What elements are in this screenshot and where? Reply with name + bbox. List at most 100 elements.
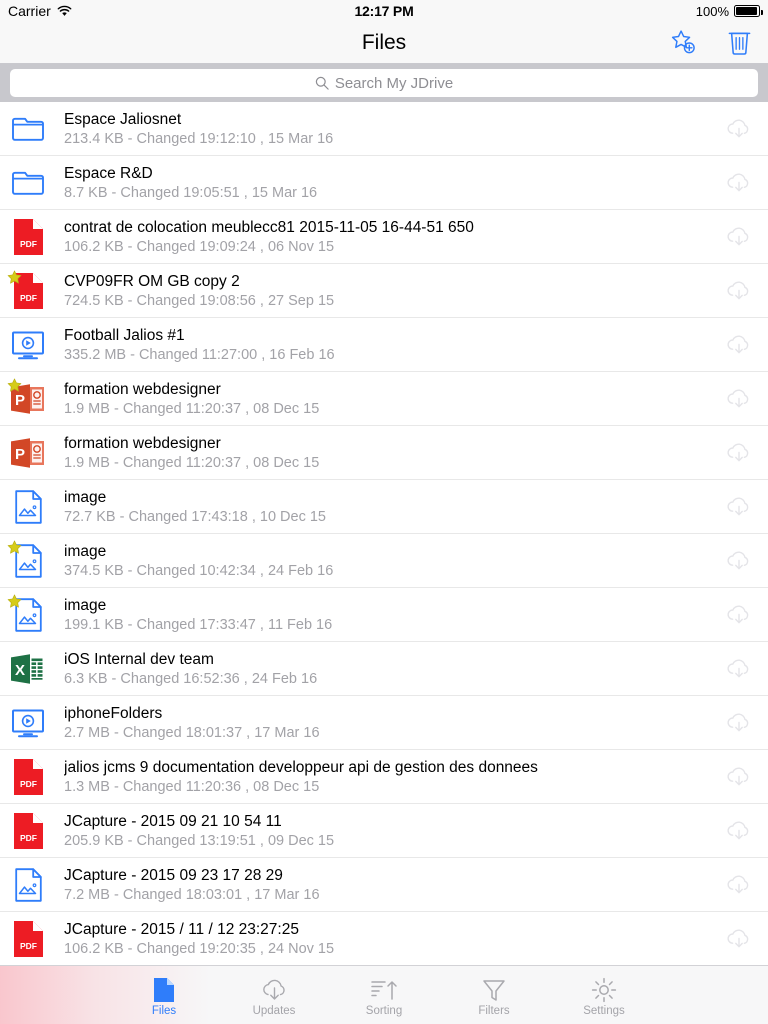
tab-files[interactable]: Files [109, 966, 219, 1024]
file-type-icon: X [10, 650, 46, 688]
table-row[interactable]: PDF CVP09FR OM GB copy 2 724.5 KB - Chan… [0, 264, 768, 318]
download-button[interactable] [710, 658, 768, 680]
file-meta: 2.7 MB - Changed 18:01:37 , 17 Mar 16 [64, 724, 320, 741]
battery-full-icon [734, 5, 763, 17]
cloud-download-icon [727, 604, 749, 623]
table-row[interactable]: PDF JCapture - 2015 / 11 / 12 23:27:25 1… [0, 912, 768, 965]
table-row[interactable]: P formation webdesigner 1.9 MB - Changed… [0, 372, 768, 426]
table-row[interactable]: PDF jalios jcms 9 documentation developp… [0, 750, 768, 804]
status-bar: Carrier 12:17 PM 100% [0, 0, 768, 22]
download-button[interactable] [710, 442, 768, 464]
table-row[interactable]: image 374.5 KB - Changed 10:42:34 , 24 F… [0, 534, 768, 588]
cloud-download-icon [727, 766, 749, 785]
powerpoint-file-icon: P [11, 437, 44, 468]
star-plus-icon [671, 30, 695, 54]
file-name: formation webdesigner [64, 434, 221, 452]
files-app-screen: Carrier 12:17 PM 100% Files Search My JD… [0, 0, 768, 1024]
download-button[interactable] [710, 388, 768, 410]
table-row[interactable]: JCapture - 2015 09 23 17 28 29 7.2 MB - … [0, 858, 768, 912]
file-name: image [64, 596, 107, 614]
pdf-file-icon: PDF [13, 218, 43, 255]
table-row[interactable]: PDF JCapture - 2015 09 21 10 54 11 205.9… [0, 804, 768, 858]
image-file-icon [14, 867, 42, 902]
file-info: Espace R&D 8.7 KB - Changed 19:05:51 , 1… [46, 164, 710, 202]
file-meta: 6.3 KB - Changed 16:52:36 , 24 Feb 16 [64, 670, 318, 687]
download-button[interactable] [710, 226, 768, 248]
table-row[interactable]: Espace R&D 8.7 KB - Changed 19:05:51 , 1… [0, 156, 768, 210]
tab-label: Settings [583, 1004, 625, 1017]
tab-sorting[interactable]: Sorting [329, 966, 439, 1024]
funnel-icon [482, 977, 506, 1003]
download-button[interactable] [710, 712, 768, 734]
file-name: jalios jcms 9 documentation developpeur … [64, 758, 538, 776]
file-meta: 199.1 KB - Changed 17:33:47 , 11 Feb 16 [64, 616, 333, 633]
file-info: iphoneFolders 2.7 MB - Changed 18:01:37 … [46, 704, 710, 742]
svg-text:PDF: PDF [20, 779, 37, 789]
download-button[interactable] [710, 550, 768, 572]
cloud-download-icon [262, 979, 285, 1000]
add-favorite-button[interactable] [668, 28, 698, 58]
file-list[interactable]: Espace Jaliosnet 213.4 KB - Changed 19:1… [0, 102, 768, 965]
table-row[interactable]: Football Jalios #1 335.2 MB - Changed 11… [0, 318, 768, 372]
file-name: formation webdesigner [64, 380, 221, 398]
svg-text:PDF: PDF [20, 833, 37, 843]
file-type-icon [10, 704, 46, 742]
file-type-icon [10, 866, 46, 904]
download-button[interactable] [710, 496, 768, 518]
file-type-icon [10, 164, 46, 202]
sort-ascending-icon [371, 980, 397, 1000]
svg-text:P: P [15, 446, 25, 463]
file-name: JCapture - 2015 09 23 17 28 29 [64, 866, 283, 884]
table-row[interactable]: image 72.7 KB - Changed 17:43:18 , 10 De… [0, 480, 768, 534]
delete-button[interactable] [724, 28, 754, 58]
svg-text:PDF: PDF [20, 239, 37, 249]
download-button[interactable] [710, 334, 768, 356]
download-button[interactable] [710, 604, 768, 626]
tab-filters[interactable]: Filters [439, 966, 549, 1024]
pdf-file-icon: PDF [13, 812, 43, 849]
file-type-icon [10, 326, 46, 364]
download-button[interactable] [710, 118, 768, 140]
tab-label: Filters [478, 1004, 510, 1017]
tab-updates[interactable]: Updates [219, 966, 329, 1024]
cloud-download-icon [727, 388, 749, 407]
search-icon [315, 76, 329, 90]
file-icon [153, 977, 175, 1003]
download-button[interactable] [710, 874, 768, 896]
file-type-icon: P [10, 434, 46, 472]
pdf-file-icon: PDF [13, 758, 43, 795]
table-row[interactable]: X iOS Internal dev team 6.3 KB - Changed… [0, 642, 768, 696]
favorite-star-icon [7, 378, 22, 392]
search-input[interactable]: Search My JDrive [10, 69, 758, 97]
cloud-download-icon [727, 712, 749, 731]
download-button[interactable] [710, 820, 768, 842]
tab-bar: Files Updates Sorting Filters Settings [0, 965, 768, 1024]
favorite-star-icon [7, 540, 22, 554]
video-file-icon [12, 331, 44, 359]
cloud-download-icon [727, 658, 749, 677]
table-row[interactable]: PDF contrat de colocation meublecc81 201… [0, 210, 768, 264]
file-info: JCapture - 2015 09 23 17 28 29 7.2 MB - … [46, 866, 710, 904]
file-info: JCapture - 2015 / 11 / 12 23:27:25 106.2… [46, 920, 710, 958]
table-row[interactable]: iphoneFolders 2.7 MB - Changed 18:01:37 … [0, 696, 768, 750]
sort-ascending-icon [370, 977, 398, 1003]
file-meta: 8.7 KB - Changed 19:05:51 , 15 Mar 16 [64, 184, 318, 201]
download-button[interactable] [710, 766, 768, 788]
tab-settings[interactable]: Settings [549, 966, 659, 1024]
gear-icon [591, 977, 617, 1002]
video-file-icon [12, 709, 44, 737]
cloud-download-icon [727, 820, 749, 839]
search-placeholder: Search My JDrive [334, 74, 454, 92]
table-row[interactable]: P formation webdesigner 1.9 MB - Changed… [0, 426, 768, 480]
download-button[interactable] [710, 928, 768, 950]
svg-text:PDF: PDF [20, 293, 37, 303]
download-button[interactable] [710, 172, 768, 194]
download-button[interactable] [710, 280, 768, 302]
file-info: Football Jalios #1 335.2 MB - Changed 11… [46, 326, 710, 364]
folder-icon [12, 117, 44, 141]
table-row[interactable]: image 199.1 KB - Changed 17:33:47 , 11 F… [0, 588, 768, 642]
search-bar-container: Search My JDrive [0, 64, 768, 102]
file-meta: 205.9 KB - Changed 13:19:51 , 09 Dec 15 [64, 832, 335, 849]
table-row[interactable]: Espace Jaliosnet 213.4 KB - Changed 19:1… [0, 102, 768, 156]
file-meta: 72.7 KB - Changed 17:43:18 , 10 Dec 15 [64, 508, 326, 525]
